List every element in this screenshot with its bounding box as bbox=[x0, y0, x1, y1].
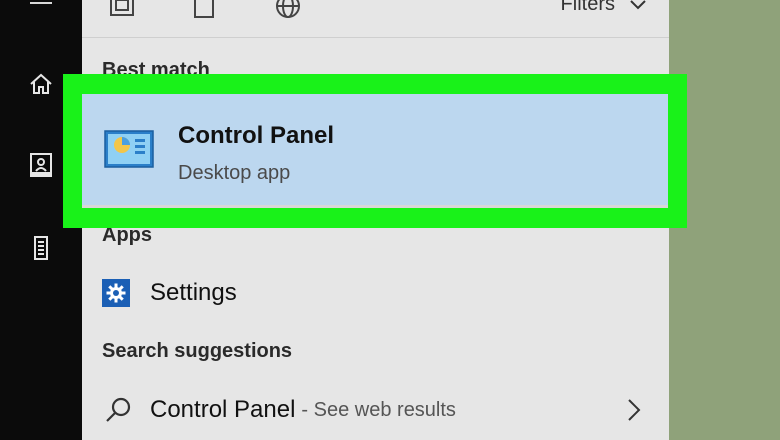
documents-icon[interactable] bbox=[106, 0, 138, 22]
best-match-result[interactable]: Control Panel Desktop app bbox=[82, 94, 668, 208]
app-item-settings[interactable]: Settings bbox=[82, 271, 669, 315]
suggestion-label: Control Panel bbox=[150, 396, 296, 423]
filters-dropdown[interactable]: Filters bbox=[561, 0, 647, 16]
best-match-subtitle: Desktop app bbox=[178, 162, 291, 184]
hamburger-icon[interactable] bbox=[24, 0, 58, 20]
filters-label: Filters bbox=[560, 0, 615, 15]
app-item-label: Settings bbox=[150, 279, 237, 306]
chevron-down-icon bbox=[629, 0, 647, 11]
best-match-title: Control Panel bbox=[178, 122, 335, 149]
gear-icon bbox=[102, 279, 130, 307]
toolbar-divider bbox=[82, 37, 669, 38]
blank-page-icon[interactable] bbox=[188, 0, 220, 22]
chevron-right-icon[interactable] bbox=[627, 398, 641, 427]
suggestion-suffix: - See web results bbox=[301, 398, 456, 421]
home-icon[interactable] bbox=[24, 67, 58, 101]
suggestion-item[interactable]: Control Panel - See web results bbox=[82, 388, 669, 432]
tower-icon[interactable] bbox=[24, 231, 58, 265]
globe-icon[interactable] bbox=[272, 0, 304, 22]
notebook-icon[interactable] bbox=[24, 148, 58, 182]
control-panel-icon bbox=[104, 130, 154, 173]
search-icon bbox=[104, 396, 132, 424]
search-suggestions-heading: Search suggestions bbox=[102, 340, 293, 362]
